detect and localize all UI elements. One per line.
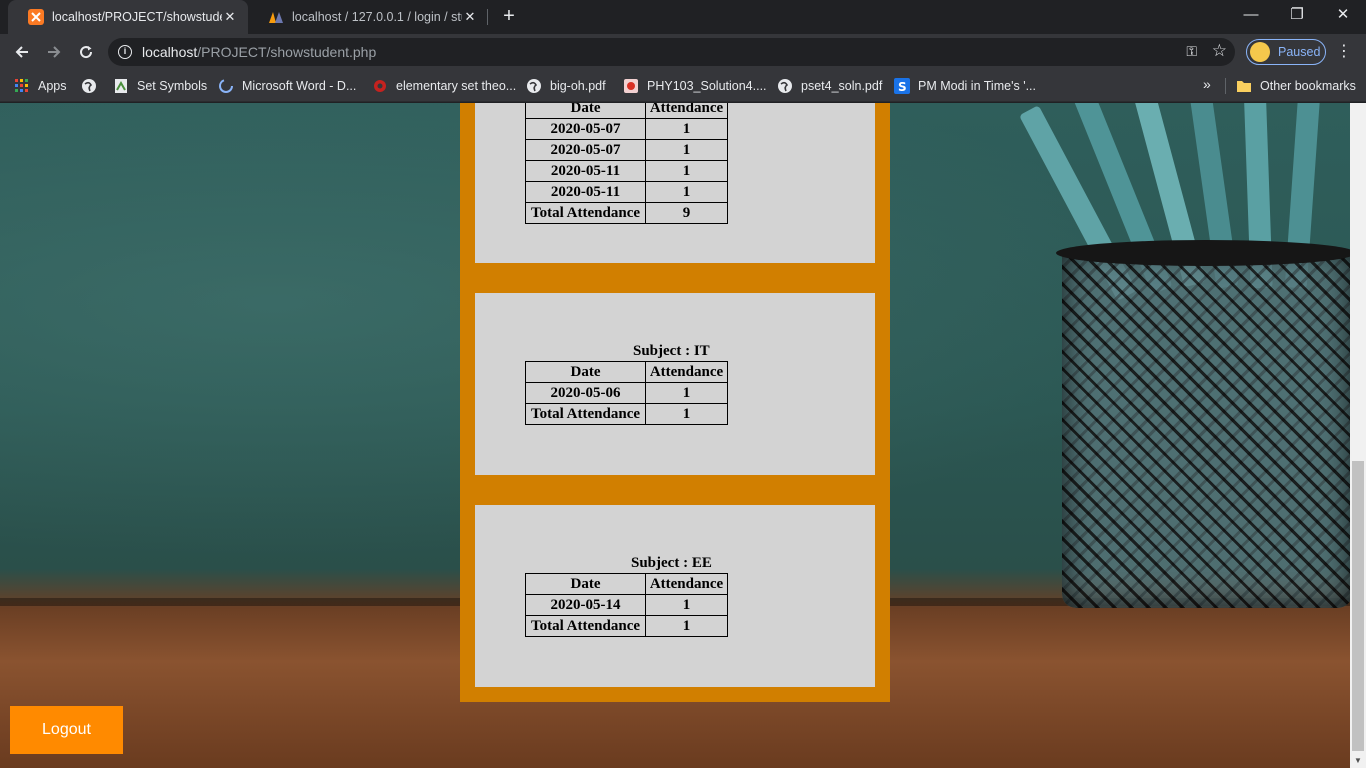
new-tab-button[interactable]: + [497,5,521,29]
table-row: Date Attendance [525,573,728,595]
subject-card: Date Attendance 2020-05-07 1 2020-05-07 1 2… [475,103,875,263]
table-row: 2020-05-11 1 [525,181,728,203]
browser-toolbar: i localhost/PROJECT/showstudent.php ⚿ ☆ … [0,34,1366,70]
table-row: 2020-05-07 1 [525,139,728,161]
url-text[interactable]: localhost/PROJECT/showstudent.php [142,44,376,60]
back-button[interactable] [8,38,36,66]
reload-button[interactable] [72,38,100,66]
bookmark-pset4[interactable]: pset4_soln.pdf [777,76,882,96]
tab-close-icon[interactable]: ✕ [462,9,478,25]
globe-icon [778,79,792,93]
bookmark-set-symbols[interactable]: Set Symbols [113,76,207,96]
tab-title: localhost / 127.0.0.1 / login / stuc [292,10,462,24]
s-logo-icon: S [894,78,910,94]
table-row: 2020-05-11 1 [525,160,728,182]
forward-button[interactable] [40,38,68,66]
attendance-table: Date Attendance 2020-05-07 1 2020-05-07 1 2… [525,103,728,224]
subject-card-it: Subject : IT Date Attendance 2020-05-06 1 … [475,293,875,475]
profile-button[interactable]: Paused [1246,39,1326,65]
table-row: 2020-05-07 1 [525,118,728,140]
tab-strip: localhost/PROJECT/showstudent. ✕ localho… [0,0,1366,34]
bookmark-pm-modi[interactable]: S PM Modi in Time's '... [894,76,1036,96]
svg-text:S: S [898,80,907,94]
bookmark-big-oh[interactable]: big-oh.pdf [526,76,606,96]
close-window-button[interactable]: ✕ [1320,0,1366,30]
scroll-down-icon[interactable]: ▼ [1350,754,1366,768]
reload-icon [80,46,93,59]
tab-close-icon[interactable]: ✕ [222,9,238,25]
pencil-holder-image [1018,103,1356,608]
tab-showstudent[interactable]: localhost/PROJECT/showstudent. ✕ [8,0,248,34]
attendance-table: Date Attendance 2020-05-14 1 Total Attenda… [525,573,728,637]
phpmyadmin-icon [269,12,283,23]
apps-grid-icon [15,79,28,92]
subject-card-ee: Subject : EE Date Attendance 2020-05-14 1 … [475,505,875,687]
bookmark-phy103[interactable]: PHY103_Solution4.... [623,76,767,96]
bookmark-apps[interactable]: Apps [14,76,67,96]
key-icon[interactable]: ⚿ [1186,43,1197,60]
avatar [1250,42,1270,62]
page-icon [115,79,127,93]
pdf-icon [624,79,638,93]
total-row: Total Attendance 9 [525,202,728,224]
total-row: Total Attendance 1 [525,615,728,637]
table-row: Date Attendance [525,103,728,119]
scrollbar-thumb[interactable] [1352,461,1364,751]
gear-red-icon [374,80,386,92]
bookmarks-overflow-button[interactable]: » [1203,76,1211,92]
bookmark-star-icon[interactable]: ☆ [1212,41,1227,61]
bookmark-microsoft-word[interactable]: Microsoft Word - D... [218,76,356,96]
table-row: Date Attendance [525,361,728,383]
subject-title: Subject : IT [633,343,710,359]
bookmarks-divider [1225,78,1226,94]
bookmark-elementary-set-theory[interactable]: elementary set theo... [372,76,516,96]
address-bar[interactable]: i localhost/PROJECT/showstudent.php ⚿ ☆ [108,38,1235,66]
arrow-left-icon [15,46,28,58]
logout-button[interactable]: Logout [10,706,123,754]
minimize-button[interactable]: — [1228,0,1274,30]
restore-button[interactable]: ❐ [1274,0,1320,30]
tab-title: localhost/PROJECT/showstudent. [52,10,222,24]
loading-icon [219,79,233,93]
bookmarks-bar: Apps Set Symbols Microsoft Word - D... e… [0,70,1366,102]
subject-title: Subject : EE [631,555,712,571]
attendance-panel: Date Attendance 2020-05-07 1 2020-05-07 1 2… [460,103,890,702]
other-bookmarks-folder[interactable]: Other bookmarks [1236,76,1356,96]
table-row: 2020-05-14 1 [525,594,728,616]
folder-icon [1237,81,1251,92]
xampp-icon [28,9,44,25]
tab-phpmyadmin[interactable]: localhost / 127.0.0.1 / login / stuc ✕ [248,0,488,34]
profile-status: Paused [1278,45,1321,59]
browser-menu-icon[interactable]: ⋮ [1336,42,1352,62]
attendance-table: Date Attendance 2020-05-06 1 Total Attenda… [525,361,728,425]
site-info-icon[interactable]: i [118,45,132,59]
table-row: 2020-05-06 1 [525,382,728,404]
total-row: Total Attendance 1 [525,403,728,425]
globe-icon [82,79,96,93]
page-viewport: Date Attendance 2020-05-07 1 2020-05-07 1 2… [0,103,1366,768]
arrow-right-icon [48,46,61,58]
tab-divider [487,9,488,25]
globe-icon [527,79,541,93]
page-scrollbar[interactable]: ▼ [1350,103,1366,768]
bookmark-globe[interactable] [81,76,105,96]
